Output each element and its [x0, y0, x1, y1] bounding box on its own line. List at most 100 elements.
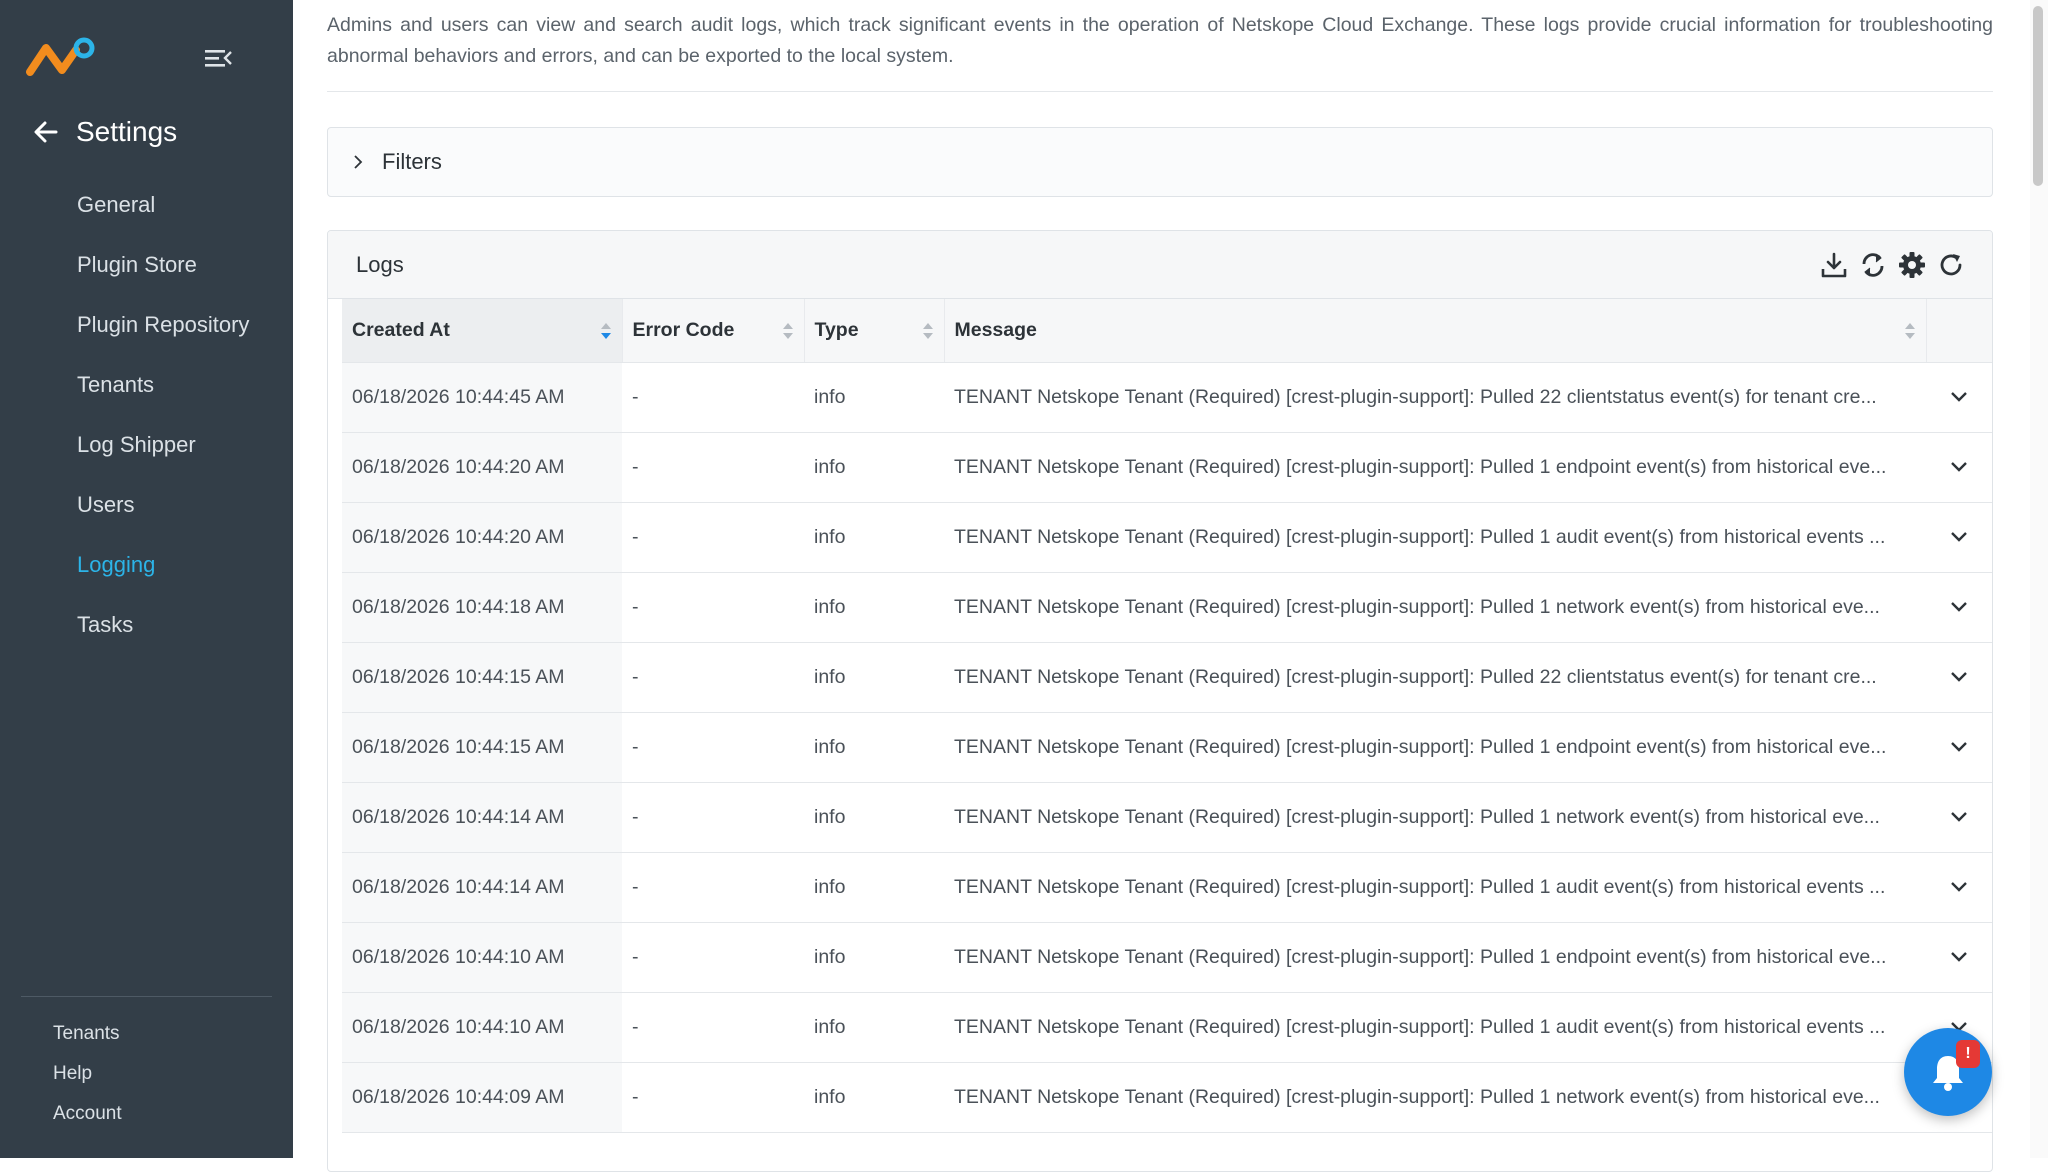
cell-type: info [804, 992, 944, 1063]
column-header-created-at[interactable]: Created At [342, 299, 622, 363]
sidebar-footer-nav: Tenants Help Account [0, 1014, 293, 1134]
sidebar-item-log-shipper[interactable]: Log Shipper [0, 415, 293, 475]
table-row[interactable]: 06/18/2026 10:44:10 AM - info TENANT Netsko… [342, 992, 1992, 1063]
expand-row-button[interactable] [1926, 432, 1992, 503]
table-row[interactable]: 06/18/2026 10:44:14 AM - info TENANT Netsko… [342, 782, 1992, 853]
sidebar-item-plugin-repository[interactable]: Plugin Repository [0, 295, 293, 355]
expand-row-button[interactable] [1926, 572, 1992, 643]
sidebar-item-tasks[interactable]: Tasks [0, 595, 293, 655]
settings-title: Settings [76, 116, 178, 147]
expand-row-button[interactable] [1926, 922, 1992, 993]
cell-type: info [804, 572, 944, 643]
column-label-error-code: Error Code [632, 319, 735, 341]
cell-message: TENANT Netskope Tenant (Required) [crest… [944, 712, 1926, 783]
table-row[interactable]: 06/18/2026 10:44:20 AM - info TENANT Netsko… [342, 502, 1992, 573]
sidebar-item-users[interactable]: Users [0, 475, 293, 535]
logs-table: Created At Error Code Type Message 06/18… [342, 299, 1992, 1133]
settings-back-button[interactable]: Settings [32, 112, 177, 152]
collapse-menu-icon[interactable] [203, 46, 233, 70]
main-content: Admins and users can view and search aud… [327, 0, 1993, 1172]
refresh-button[interactable] [1937, 251, 1965, 279]
table-row[interactable]: 06/18/2026 10:44:20 AM - info TENANT Netsko… [342, 432, 1992, 503]
page-description: Admins and users can view and search aud… [327, 14, 1993, 67]
cell-type: info [804, 922, 944, 993]
expand-row-button[interactable] [1926, 362, 1992, 433]
cell-message: TENANT Netskope Tenant (Required) [crest… [944, 782, 1926, 853]
cell-error-code: - [622, 712, 804, 783]
sidebar-item-logging[interactable]: Logging [0, 535, 293, 595]
logs-title: Logs [356, 252, 404, 277]
download-button[interactable] [1820, 251, 1848, 279]
cell-message: TENANT Netskope Tenant (Required) [crest… [944, 572, 1926, 643]
sidebar-item-tenants[interactable]: Tenants [0, 355, 293, 415]
cell-error-code: - [622, 502, 804, 573]
filters-label: Filters [382, 149, 442, 174]
column-label-message: Message [954, 319, 1037, 341]
chevron-down-icon [1951, 602, 1967, 612]
cell-created-at: 06/18/2026 10:44:09 AM [342, 1062, 622, 1133]
chevron-down-icon [1951, 742, 1967, 752]
cell-error-code: - [622, 992, 804, 1063]
cell-type: info [804, 432, 944, 503]
filters-panel-toggle[interactable]: Filters [327, 127, 1993, 197]
table-row[interactable]: 06/18/2026 10:44:09 AM - info TENANT Netsko… [342, 1062, 1992, 1133]
table-row[interactable]: 06/18/2026 10:44:14 AM - info TENANT Netsko… [342, 852, 1992, 923]
expand-row-button[interactable] [1926, 642, 1992, 713]
expand-row-button[interactable] [1926, 502, 1992, 573]
column-header-message[interactable]: Message [943, 299, 1926, 363]
cell-error-code: - [622, 642, 804, 713]
chevron-down-icon [1951, 672, 1967, 682]
cell-type: info [804, 502, 944, 573]
sidebar-item-general[interactable]: General [0, 175, 293, 235]
column-label-created-at: Created At [352, 319, 450, 341]
table-row[interactable]: 06/18/2026 10:44:15 AM - info TENANT Netsko… [342, 642, 1992, 713]
cell-created-at: 06/18/2026 10:44:14 AM [342, 782, 622, 853]
cell-type: info [804, 782, 944, 853]
refresh-icon [1940, 254, 1962, 276]
sync-button[interactable] [1859, 251, 1887, 279]
footer-item-account[interactable]: Account [0, 1094, 293, 1134]
sort-icon [1904, 323, 1915, 339]
cell-created-at: 06/18/2026 10:44:10 AM [342, 922, 622, 993]
cell-error-code: - [622, 782, 804, 853]
expand-row-button[interactable] [1926, 782, 1992, 853]
cell-message: TENANT Netskope Tenant (Required) [crest… [944, 362, 1926, 433]
chevron-down-icon [1951, 462, 1967, 472]
chevron-down-icon [1951, 532, 1967, 542]
cell-error-code: - [622, 362, 804, 433]
cell-created-at: 06/18/2026 10:44:20 AM [342, 502, 622, 573]
sort-icon [922, 323, 933, 339]
expand-row-button[interactable] [1926, 852, 1992, 923]
chevron-down-icon [1951, 392, 1967, 402]
footer-item-tenants[interactable]: Tenants [0, 1014, 293, 1054]
cell-message: TENANT Netskope Tenant (Required) [crest… [944, 502, 1926, 573]
table-row[interactable]: 06/18/2026 10:44:18 AM - info TENANT Netsko… [342, 572, 1992, 643]
netskope-logo-icon[interactable] [26, 36, 96, 80]
column-header-expand [1925, 299, 1992, 363]
logs-header: Logs [328, 231, 1992, 299]
gear-icon [1899, 252, 1925, 278]
sidebar-item-plugin-store[interactable]: Plugin Store [0, 235, 293, 295]
column-header-type[interactable]: Type [803, 299, 944, 363]
chevron-down-icon [1951, 882, 1967, 892]
settings-button[interactable] [1898, 251, 1926, 279]
page-scrollbar[interactable] [2030, 0, 2048, 1158]
cell-error-code: - [622, 432, 804, 503]
scrollbar-thumb[interactable] [2033, 6, 2043, 186]
column-header-error-code[interactable]: Error Code [621, 299, 804, 363]
cell-type: info [804, 642, 944, 713]
logs-panel: Logs Created At Error Code Type Message … [327, 230, 1993, 1172]
table-row[interactable]: 06/18/2026 10:44:10 AM - info TENANT Netsko… [342, 922, 1992, 993]
logs-table-body: 06/18/2026 10:44:45 AM - info TENANT Netsko… [342, 362, 1992, 1133]
table-row[interactable]: 06/18/2026 10:44:45 AM - info TENANT Netsko… [342, 362, 1992, 433]
cell-message: TENANT Netskope Tenant (Required) [crest… [944, 992, 1926, 1063]
footer-item-help[interactable]: Help [0, 1054, 293, 1094]
sort-icon [782, 323, 793, 339]
cell-error-code: - [622, 922, 804, 993]
expand-row-button[interactable] [1926, 712, 1992, 783]
cell-message: TENANT Netskope Tenant (Required) [crest… [944, 852, 1926, 923]
table-row[interactable]: 06/18/2026 10:44:15 AM - info TENANT Netsko… [342, 712, 1992, 783]
notifications-button[interactable]: ! [1904, 1028, 1992, 1116]
cell-message: TENANT Netskope Tenant (Required) [crest… [944, 922, 1926, 993]
chevron-down-icon [1951, 952, 1967, 962]
